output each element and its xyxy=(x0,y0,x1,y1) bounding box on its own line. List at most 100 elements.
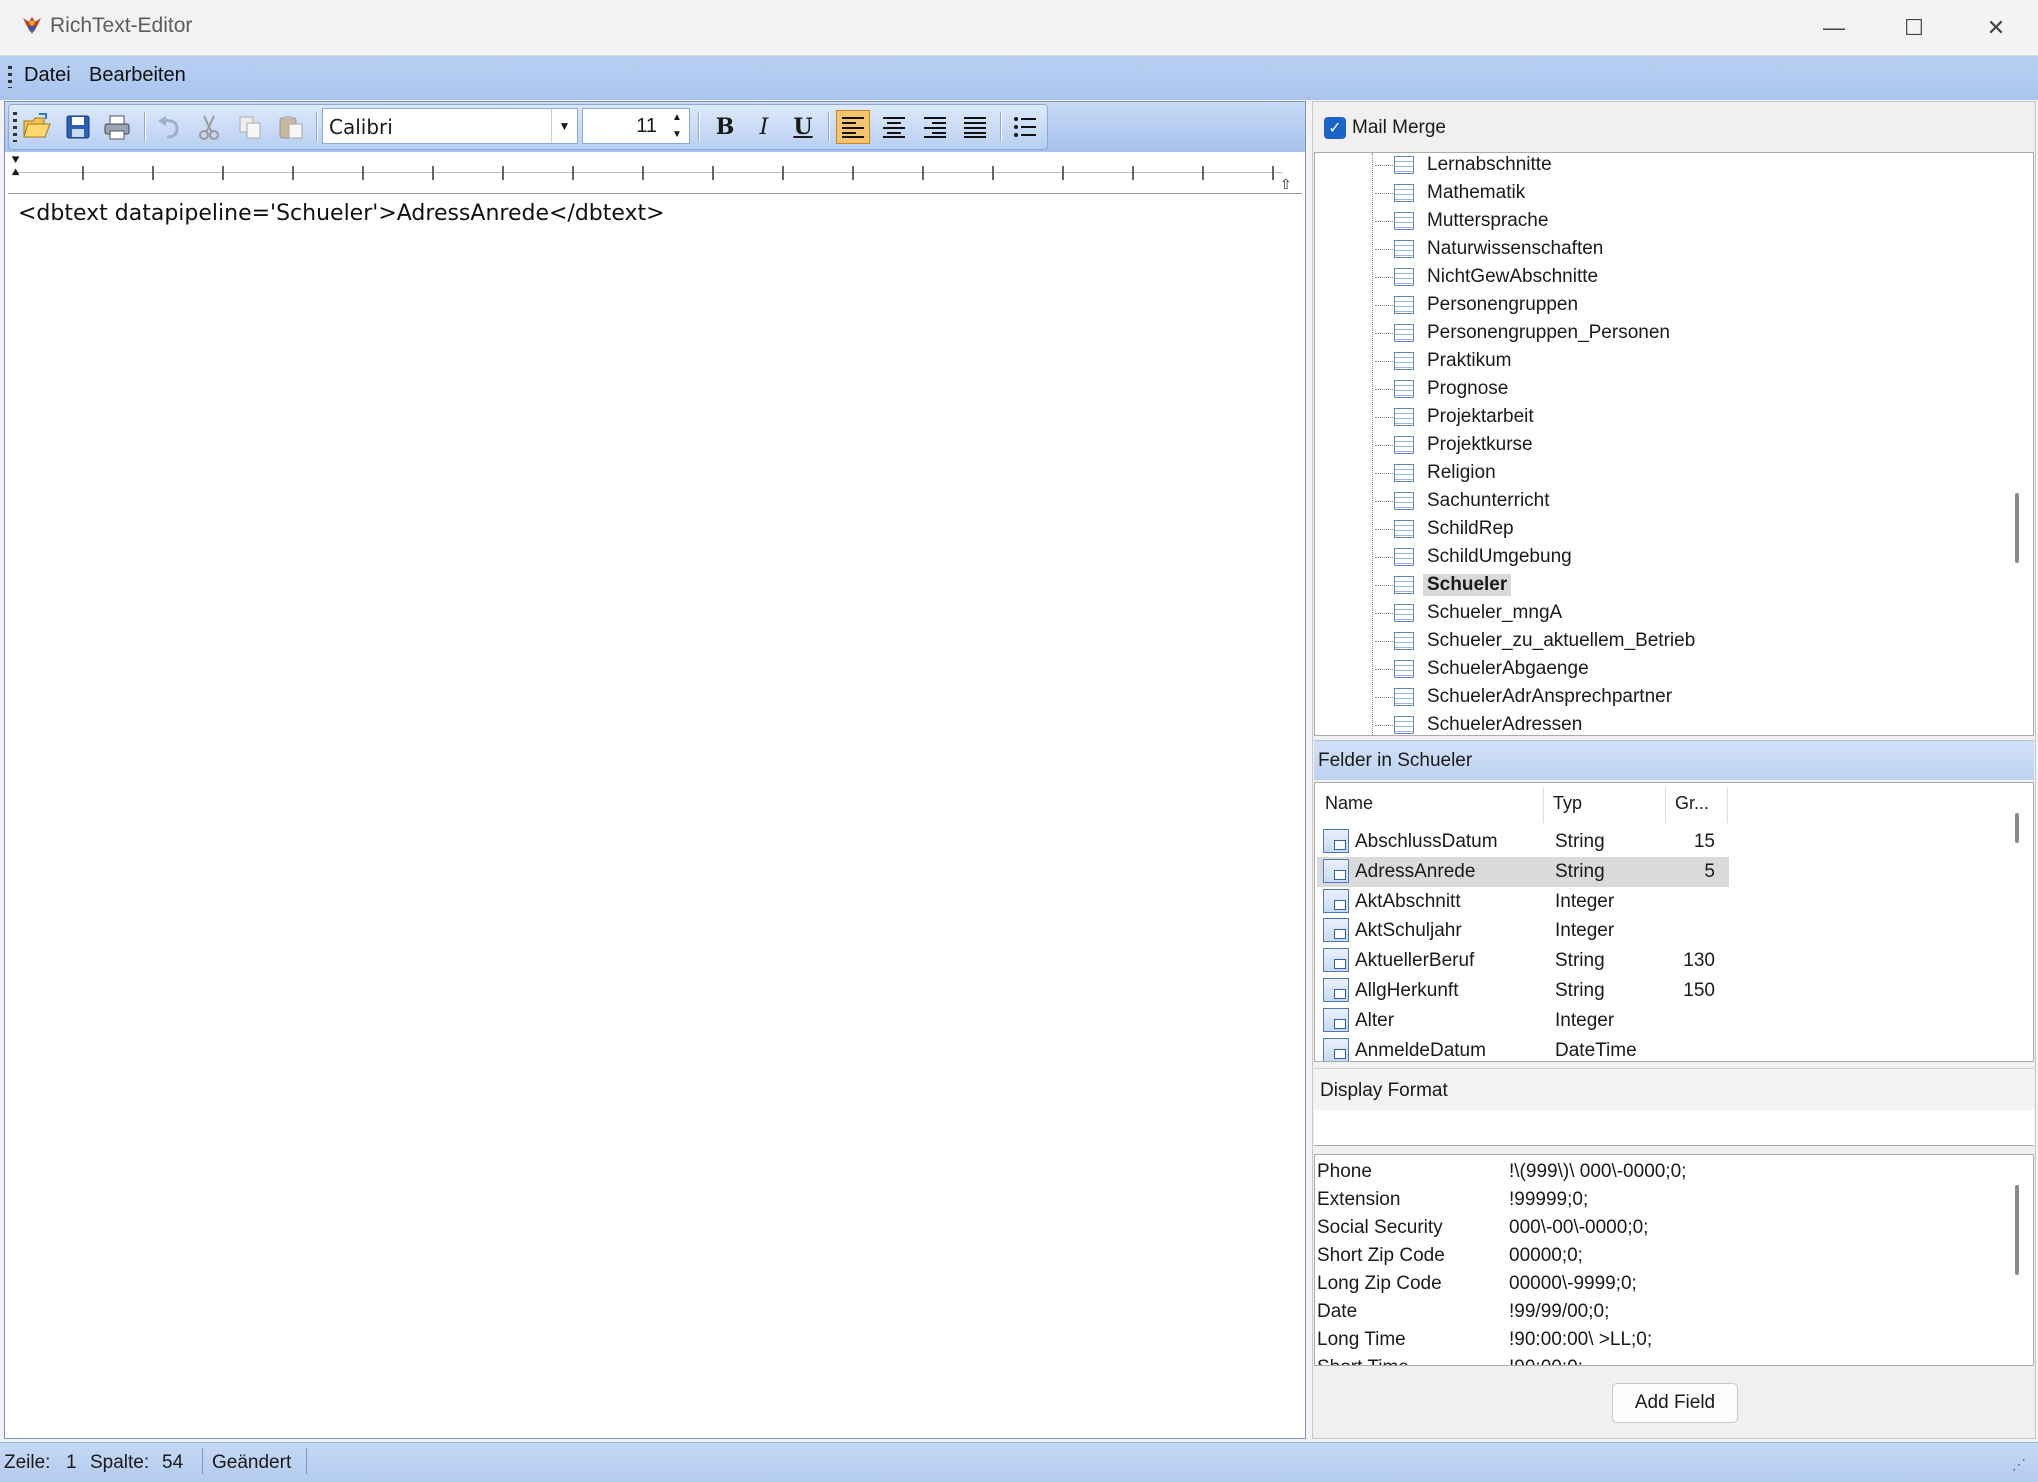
tree-item[interactable]: SchildRep xyxy=(1315,515,2005,543)
align-right-icon[interactable] xyxy=(918,110,952,144)
font-family-select[interactable]: Calibri ▼ xyxy=(322,108,578,144)
paste-icon[interactable] xyxy=(274,110,308,144)
bold-button[interactable]: B xyxy=(708,110,742,144)
tree-item[interactable]: Religion xyxy=(1315,459,2005,487)
indent-marker-icon[interactable]: ⯆ ⯅ xyxy=(10,153,21,179)
spin-up-icon[interactable]: ▲ xyxy=(665,109,689,126)
tree-item[interactable]: Sachunterricht xyxy=(1315,487,2005,515)
font-size-stepper[interactable]: 11 ▲ ▼ xyxy=(582,108,690,144)
field-row[interactable]: Alter Integer xyxy=(1317,1006,2029,1036)
tree-item[interactable]: Praktikum xyxy=(1315,347,2005,375)
tree-item-label: SchildRep xyxy=(1427,518,1514,539)
fields-list[interactable]: Name Typ Gr... AbschlussDatum String 15 Adr… xyxy=(1314,782,2034,1062)
menu-bearbeiten[interactable]: Bearbeiten xyxy=(89,64,186,87)
minimize-button[interactable]: — xyxy=(1794,0,1874,56)
display-format-row[interactable]: Short Time !90:00;0; xyxy=(1315,1355,2005,1365)
toolbar-grip-icon[interactable] xyxy=(13,112,17,142)
add-field-button[interactable]: Add Field xyxy=(1612,1383,1738,1423)
tree-item[interactable]: SchildUmgebung xyxy=(1315,543,2005,571)
field-icon xyxy=(1323,948,1349,973)
mail-merge-checkbox[interactable]: ✓ xyxy=(1324,117,1346,139)
app-logo-icon xyxy=(23,17,41,34)
display-format-row[interactable]: Short Zip Code 00000;0; xyxy=(1315,1243,2005,1271)
tree-item-label: Schueler_zu_aktuellem_Betrieb xyxy=(1427,630,1696,651)
table-icon xyxy=(1394,436,1414,454)
italic-button[interactable]: I xyxy=(747,110,781,144)
tree-item[interactable]: Naturwissenschaften xyxy=(1315,235,2005,263)
display-format-row[interactable]: Long Time !90:00:00\ >LL;0; xyxy=(1315,1327,2005,1355)
tree-item-label: Projektarbeit xyxy=(1427,406,1534,427)
tree-item[interactable]: SchuelerAdrAnsprechpartner xyxy=(1315,683,2005,711)
open-folder-icon[interactable] xyxy=(20,110,54,144)
field-name: AllgHerkunft xyxy=(1355,980,1459,1001)
field-icon xyxy=(1323,888,1349,913)
tree-item[interactable]: NichtGewAbschnitte xyxy=(1315,263,2005,291)
tree-item[interactable]: Schueler xyxy=(1315,571,2005,599)
tree-item[interactable]: Prognose xyxy=(1315,375,2005,403)
justify-icon[interactable] xyxy=(958,110,992,144)
tree-item[interactable]: SchuelerAbgaenge xyxy=(1315,655,2005,683)
resize-grip-icon[interactable]: ⋰ xyxy=(2012,1456,2026,1473)
menu-grip-icon[interactable] xyxy=(8,66,12,88)
print-icon[interactable] xyxy=(100,110,134,144)
tree-scrollbar[interactable] xyxy=(2015,493,2019,563)
field-name: AktuellerBeruf xyxy=(1355,950,1475,972)
display-format-row[interactable]: Long Zip Code 00000\-9999;0; xyxy=(1315,1271,2005,1299)
tree-item[interactable]: Personengruppen xyxy=(1315,291,2005,319)
right-indent-marker-icon[interactable]: ⇧ xyxy=(1280,176,1292,193)
toolbar-separator xyxy=(316,112,318,142)
tree-item[interactable]: Mathematik xyxy=(1315,179,2005,207)
align-left-icon[interactable] xyxy=(836,110,870,144)
display-format-row[interactable]: Phone !\(999\)\ 000\-0000;0; xyxy=(1315,1159,2005,1187)
tree-item[interactable]: Schueler_mngA xyxy=(1315,599,2005,627)
tree-item-label: SchuelerAdressen xyxy=(1427,714,1583,735)
tree-item[interactable]: Personengruppen_Personen xyxy=(1315,319,2005,347)
field-row[interactable]: AbschlussDatum String 15 xyxy=(1317,827,2029,857)
mail-merge-label[interactable]: Mail Merge xyxy=(1352,117,1446,139)
copy-icon[interactable] xyxy=(233,110,267,144)
field-row[interactable]: AdressAnrede String 5 xyxy=(1317,856,1729,887)
field-row[interactable]: AktuellerBeruf String 130 xyxy=(1317,946,2029,976)
align-center-icon[interactable] xyxy=(877,110,911,144)
menu-datei[interactable]: Datei xyxy=(24,64,71,87)
field-row[interactable]: AnmeldeDatum DateTime xyxy=(1317,1036,2029,1061)
column-header-size[interactable]: Gr... xyxy=(1675,793,1709,814)
save-icon[interactable] xyxy=(61,110,95,144)
column-header-name[interactable]: Name xyxy=(1325,793,1373,814)
tree-item[interactable]: Lernabschnitte xyxy=(1315,153,2005,179)
undo-icon[interactable] xyxy=(152,110,186,144)
format-name: Long Time xyxy=(1317,1329,1406,1350)
tree-item[interactable]: Projektarbeit xyxy=(1315,403,2005,431)
chevron-down-icon[interactable]: ▼ xyxy=(551,109,577,143)
display-format-scrollbar[interactable] xyxy=(2015,1185,2019,1275)
tree-item-label: Personengruppen xyxy=(1427,294,1579,315)
datapipeline-tree[interactable]: Lernabschnitte Mathematik Muttersprache Nat… xyxy=(1314,152,2034,736)
tree-item[interactable]: Projektkurse xyxy=(1315,431,2005,459)
tree-item[interactable]: Muttersprache xyxy=(1315,207,2005,235)
document-text[interactable]: <dbtext datapipeline='Schueler'>AdressAn… xyxy=(18,201,665,226)
status-line-label: Zeile: xyxy=(4,1452,51,1473)
close-button[interactable]: ✕ xyxy=(1956,0,2036,56)
tree-item[interactable]: Schueler_zu_aktuellem_Betrieb xyxy=(1315,627,2005,655)
display-format-list[interactable]: Phone !\(999\)\ 000\-0000;0; Extension !999… xyxy=(1314,1154,2034,1366)
tree-item[interactable]: SchuelerAdressen xyxy=(1315,711,2005,735)
editor-pane[interactable] xyxy=(4,101,1306,1439)
display-format-row[interactable]: Extension !99999;0; xyxy=(1315,1187,2005,1215)
field-row[interactable]: AktSchuljahr Integer xyxy=(1317,916,2029,946)
display-format-row[interactable]: Date !99/99/00;0; xyxy=(1315,1299,2005,1327)
fields-title: Felder in Schueler xyxy=(1318,750,1473,771)
tree-item-label: Prognose xyxy=(1427,378,1509,399)
underline-button[interactable]: U xyxy=(786,110,820,144)
display-format-input[interactable] xyxy=(1314,1110,2034,1146)
bullet-list-icon[interactable] xyxy=(1008,110,1042,144)
field-icon xyxy=(1323,978,1349,1002)
maximize-button[interactable]: ☐ xyxy=(1874,0,1954,56)
column-header-type[interactable]: Typ xyxy=(1553,793,1582,814)
ruler[interactable]: ⯆ ⯅ ⇧ xyxy=(8,152,1302,194)
field-row[interactable]: AktAbschnitt Integer xyxy=(1317,887,2029,917)
cut-icon[interactable] xyxy=(192,110,226,144)
format-mask: !90:00:00\ >LL;0; xyxy=(1509,1329,1653,1350)
spin-down-icon[interactable]: ▼ xyxy=(665,126,689,143)
field-row[interactable]: AllgHerkunft String 150 xyxy=(1317,976,2029,1006)
display-format-row[interactable]: Social Security 000\-00\-0000;0; xyxy=(1315,1215,2005,1243)
